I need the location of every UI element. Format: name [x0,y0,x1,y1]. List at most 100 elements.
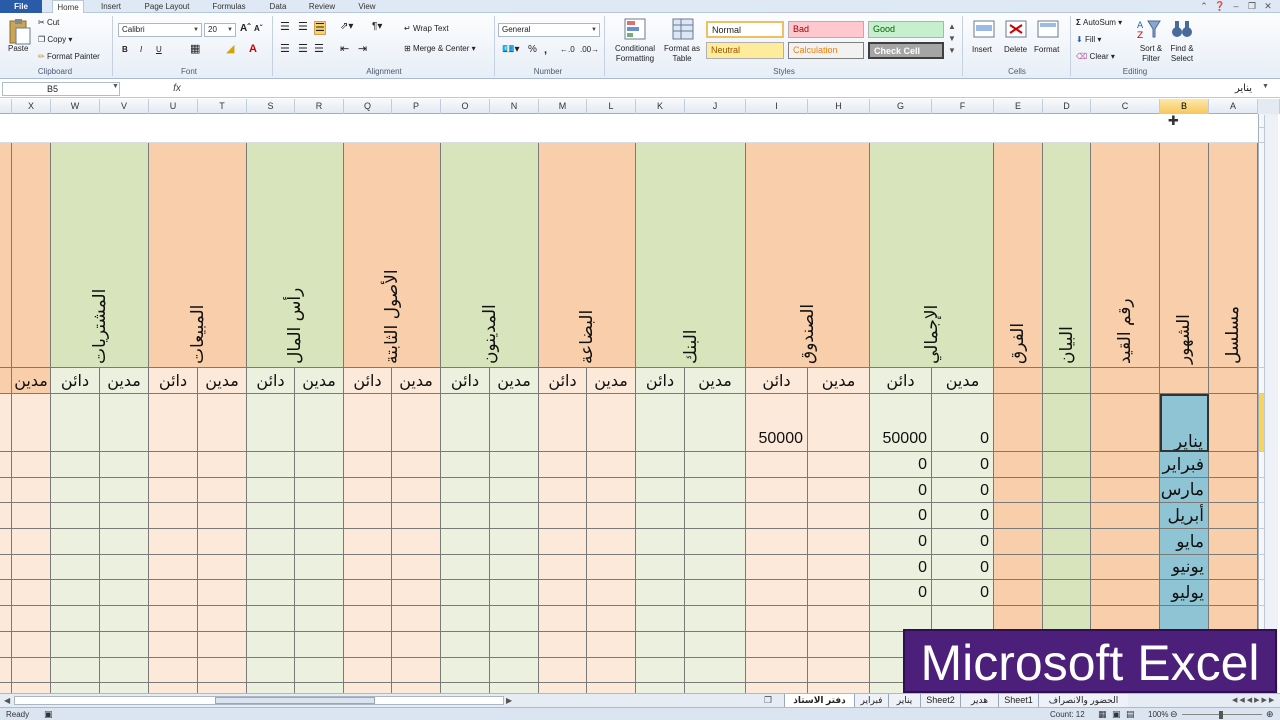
cell-o9[interactable] [441,529,490,555]
cell-r7[interactable] [295,478,344,503]
cell-b11[interactable]: يوليو [1160,580,1209,606]
cell-p15[interactable] [392,683,441,693]
cell-a8[interactable] [1209,503,1258,529]
cell-j8[interactable] [685,503,746,529]
header-cell-cash[interactable]: الصندوق [746,143,870,368]
sheet-nav-icon[interactable]: ◀◀◀▶▶▶ [1232,694,1276,707]
cell-partial[interactable] [0,452,12,478]
cell-i10[interactable] [746,555,808,580]
cell-j15[interactable] [685,683,746,693]
format-as-table-button[interactable] [664,17,702,45]
cell-o14[interactable] [441,658,490,683]
cell-h12[interactable] [808,606,870,632]
chevron-down-icon[interactable]: ▼ [112,83,119,90]
borders-icon[interactable]: ▦ [190,43,200,55]
cell-partial[interactable] [0,478,12,503]
column-header-s[interactable]: S [247,99,295,114]
column-header-o[interactable]: O [441,99,490,114]
cell-m6[interactable] [539,452,587,478]
cell-x12[interactable] [12,606,51,632]
header-cell-months[interactable]: الشهور [1160,143,1209,368]
tab-view[interactable]: View [350,0,384,13]
header-cell-fixed-assets[interactable]: الأصول الثابتة [344,143,441,368]
subheader-credit[interactable]: دائن [149,368,198,394]
column-header-w[interactable]: W [51,99,100,114]
subheader-credit[interactable]: دائن [247,368,295,394]
decrease-indent-icon[interactable]: ⇤ [340,43,349,55]
cell-t14[interactable] [198,658,247,683]
cell-h11[interactable] [808,580,870,606]
cell-t8[interactable] [198,503,247,529]
cell-c9[interactable] [1091,529,1160,555]
cell-f5[interactable]: 0 [932,394,994,452]
cell-w13[interactable] [51,632,100,658]
cell-k11[interactable] [636,580,685,606]
cell-m13[interactable] [539,632,587,658]
autosum-button[interactable]: Σ AutoSum ▾ [1076,17,1122,29]
cell-t13[interactable] [198,632,247,658]
cell-v11[interactable] [100,580,149,606]
cell-n12[interactable] [490,606,539,632]
cell-i5[interactable]: 50000 [746,394,808,452]
minimize-ribbon-icon[interactable]: ⌃ [1198,0,1210,13]
cell-n8[interactable] [490,503,539,529]
header-cell-capital[interactable]: رأس المال [247,143,344,368]
cell-w7[interactable] [51,478,100,503]
cell-f10[interactable]: 0 [932,555,994,580]
zoom-level[interactable]: 100% [1148,708,1168,720]
cell-g5[interactable]: 50000 [870,394,932,452]
cell-d10[interactable] [1043,555,1091,580]
cell-a7[interactable] [1209,478,1258,503]
cell-l9[interactable] [587,529,636,555]
fill-color-icon[interactable]: ◢ [226,43,234,55]
cell-r10[interactable] [295,555,344,580]
cell-b5[interactable]: يناير [1160,394,1209,452]
header-cell-purchases[interactable]: المشتريات [51,143,149,368]
header-cell-total[interactable]: الإجمالي [870,143,994,368]
cell-r9[interactable] [295,529,344,555]
cell-p10[interactable] [392,555,441,580]
cell-h9[interactable] [808,529,870,555]
subheader-debit[interactable]: مدين [100,368,149,394]
cell-k6[interactable] [636,452,685,478]
comma-icon[interactable]: , [544,44,547,56]
cell-partial[interactable] [0,529,12,555]
align-top-icon[interactable]: ☰ [280,21,290,33]
cell-u6[interactable] [149,452,198,478]
cell-i11[interactable] [746,580,808,606]
cell-e9[interactable] [994,529,1043,555]
cell-u5[interactable] [149,394,198,452]
cell-o8[interactable] [441,503,490,529]
minimize-icon[interactable]: – [1230,0,1242,13]
decrease-decimal-icon[interactable]: .00→ [580,44,599,56]
cell-e5[interactable]: FALSE [994,394,1043,452]
cell-o15[interactable] [441,683,490,693]
font-size-combo[interactable]: 20 ▼ [204,23,236,37]
style-good[interactable]: Good [868,21,944,38]
cell-b7[interactable]: مارس [1160,478,1209,503]
column-header-v[interactable]: V [100,99,149,114]
cell-u9[interactable] [149,529,198,555]
cell-t10[interactable] [198,555,247,580]
cell-k13[interactable] [636,632,685,658]
cell-w12[interactable] [51,606,100,632]
cell-t5[interactable] [198,394,247,452]
currency-icon[interactable]: 💶▾ [502,44,519,56]
conditional-formatting-button[interactable] [610,17,660,45]
cell-j7[interactable] [685,478,746,503]
cell-d5[interactable] [1043,394,1091,452]
cell-p6[interactable] [392,452,441,478]
cell-j10[interactable] [685,555,746,580]
subheader-debit[interactable]: مدين [587,368,636,394]
cell-l10[interactable] [587,555,636,580]
cell-c11[interactable] [1091,580,1160,606]
cell-c5[interactable] [1091,394,1160,452]
cell-d6[interactable] [1043,452,1091,478]
style-bad[interactable]: Bad [788,21,864,38]
cell-q11[interactable] [344,580,392,606]
tab-home[interactable]: Home [52,0,84,13]
subheader-empty[interactable] [1160,368,1209,394]
cell-h5[interactable] [808,394,870,452]
formula-input[interactable]: يناير [188,82,1258,96]
subheader-credit[interactable]: دائن [636,368,685,394]
